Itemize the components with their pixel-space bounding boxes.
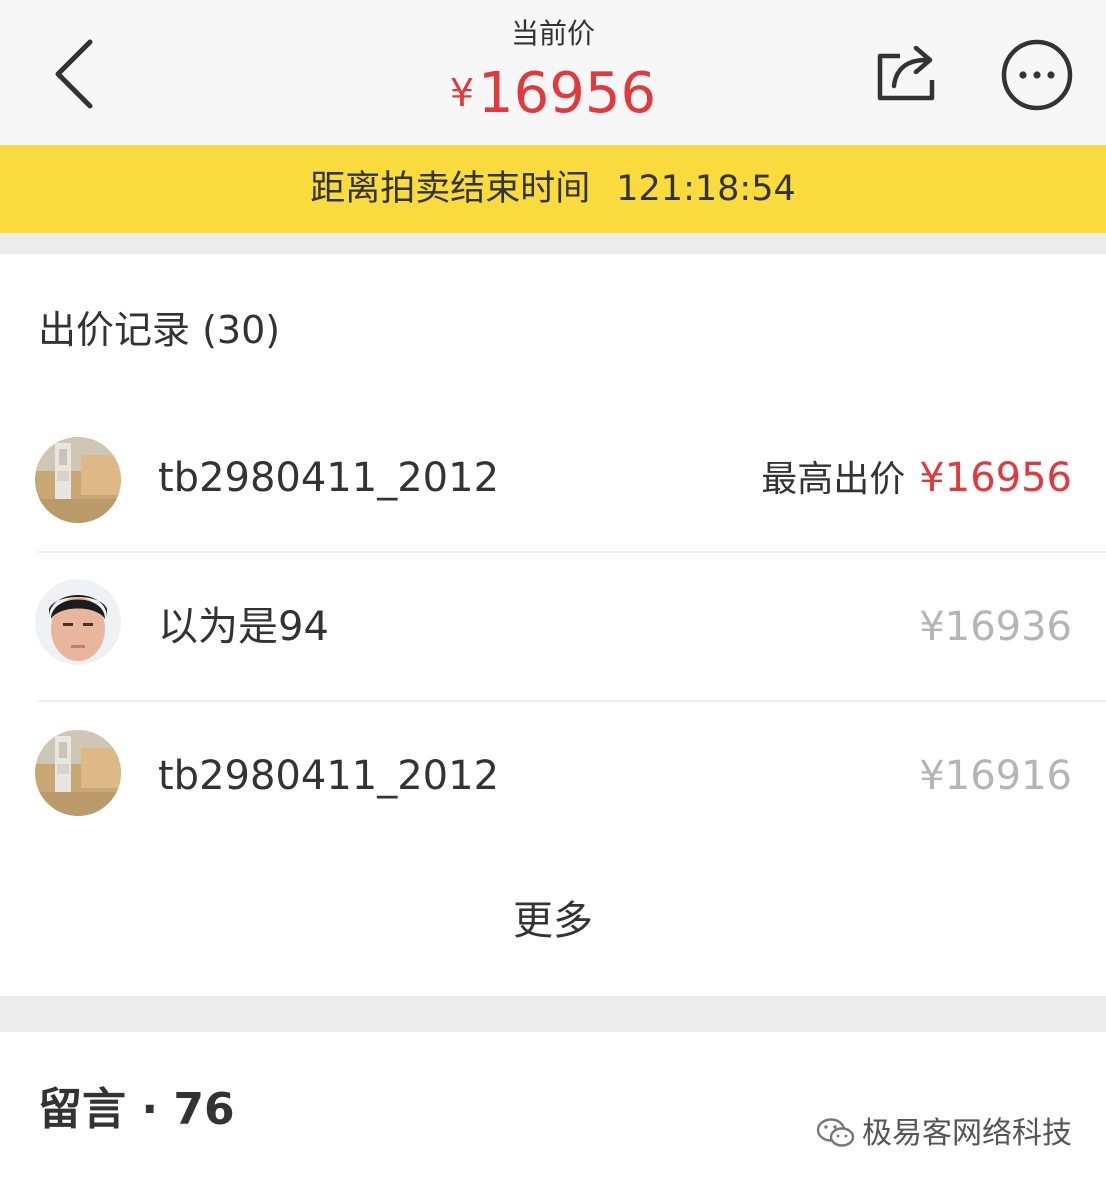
- bid-record-row[interactable]: tb2980411_2012 最高出价 ¥16956: [0, 404, 1106, 552]
- chevron-left-icon: [55, 39, 93, 109]
- bid-amount-block: ¥16936: [919, 553, 1072, 701]
- bid-amount: ¥16936: [919, 604, 1072, 650]
- comments-title[interactable]: 留言 · 76: [38, 1080, 235, 1140]
- back-button[interactable]: [40, 32, 112, 116]
- avatar-photo: [35, 437, 121, 523]
- current-price-caption: 当前价: [510, 17, 595, 50]
- bid-record-row[interactable]: 以为是94 ¥16936: [0, 553, 1106, 701]
- current-price-block: 当前价 ¥16956: [353, 14, 753, 144]
- bidder-avatar[interactable]: [35, 579, 121, 665]
- section-separator: [0, 233, 1106, 254]
- bid-amount: ¥16956: [919, 455, 1072, 501]
- more-options-button[interactable]: [1000, 38, 1074, 112]
- bid-amount: ¥16916: [919, 753, 1072, 799]
- bidder-avatar[interactable]: [35, 437, 121, 523]
- avatar-photo: [35, 579, 121, 665]
- wechat-icon: [816, 1118, 855, 1147]
- countdown-time: 121:18:54: [616, 169, 796, 209]
- current-price: ¥16956: [353, 56, 753, 144]
- currency-symbol: ¥: [449, 71, 475, 115]
- bid-records-section: 出价记录 (30) tb2980411_2012 最高出价 ¥16956 以为是…: [0, 254, 1106, 996]
- more-bids-button[interactable]: 更多: [453, 879, 653, 963]
- share-button[interactable]: [870, 42, 942, 104]
- watermark: 极易客网络科技: [816, 1114, 1072, 1154]
- more-icon: [1001, 39, 1073, 111]
- bid-records-title: 出价记录 (30): [38, 308, 281, 352]
- highest-bid-label: 最高出价: [761, 459, 906, 500]
- current-price-value: 16956: [478, 61, 657, 126]
- avatar-photo: [35, 730, 121, 816]
- bid-amount-block: ¥16916: [919, 702, 1072, 850]
- bidder-name: tb2980411_2012: [158, 455, 500, 501]
- watermark-text: 极易客网络科技: [862, 1116, 1072, 1151]
- bid-amount-block: 最高出价 ¥16956: [761, 404, 1072, 552]
- bidder-name: tb2980411_2012: [158, 753, 500, 799]
- section-separator: [0, 996, 1106, 1032]
- auction-countdown-bar: 距离拍卖结束时间 121:18:54: [0, 145, 1106, 233]
- bidder-name: 以为是94: [158, 604, 329, 650]
- bid-record-row[interactable]: tb2980411_2012 ¥16916: [0, 702, 1106, 850]
- comments-section: 留言 · 76 极易客网络科技: [0, 1032, 1106, 1182]
- auction-page: 当前价 ¥16956 距离拍卖结束时间 121:18:54 出价记录 (30) …: [0, 0, 1106, 1182]
- top-nav-bar: 当前价 ¥16956: [0, 0, 1106, 145]
- bidder-avatar[interactable]: [35, 730, 121, 816]
- share-icon: [877, 45, 935, 101]
- countdown-label: 距离拍卖结束时间: [310, 169, 591, 209]
